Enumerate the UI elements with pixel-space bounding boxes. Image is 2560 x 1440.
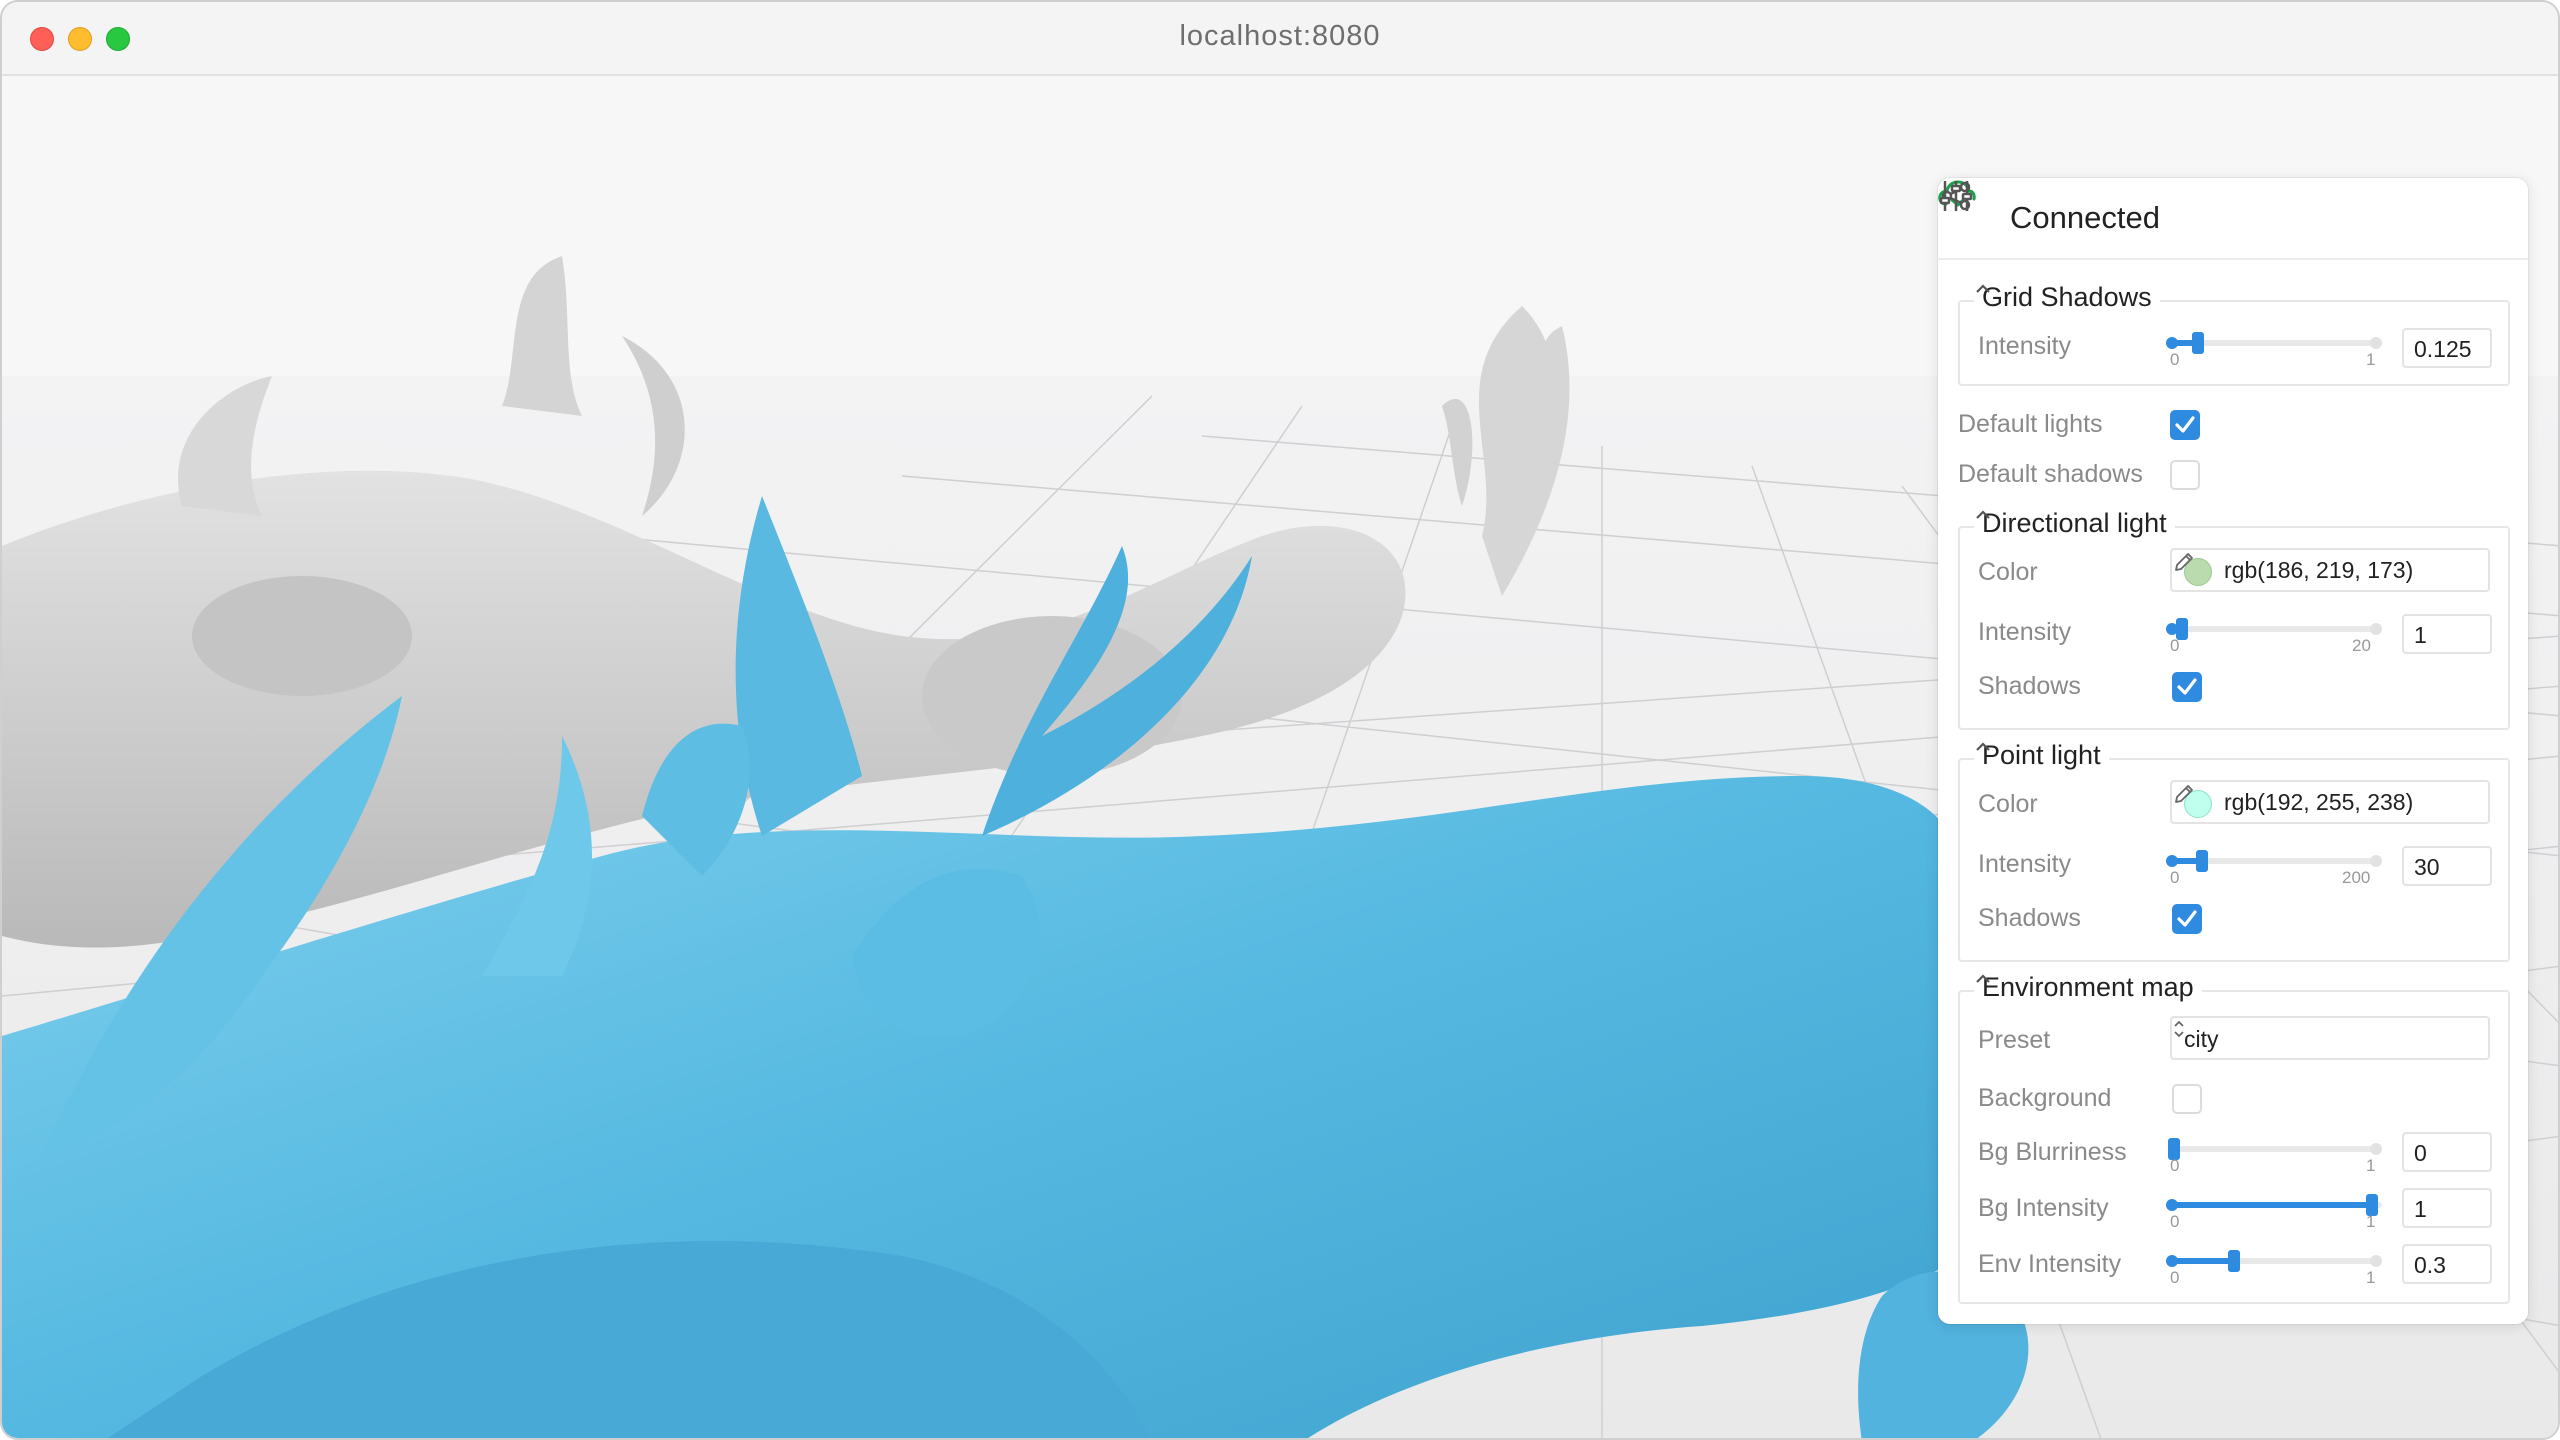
slider-max: 1 — [2366, 350, 2376, 369]
dir-shadows-label: Shadows — [1978, 672, 2081, 700]
dir-intensity-slider[interactable]: 0 20 — [2166, 612, 2382, 655]
environment-map-section: Environment map Preset city Background B… — [1958, 972, 2510, 1304]
default-shadows-label: Default shadows — [1958, 460, 2143, 488]
environment-map-toggle[interactable]: Environment map — [1974, 972, 2202, 1003]
slider-min: 0 — [2170, 868, 2180, 887]
browser-window: localhost:8080 Connected Grid Shadows In… — [0, 0, 2560, 1440]
grid-intensity-label: Intensity — [1978, 332, 2072, 360]
env-intensity-input[interactable]: 0.3 — [2402, 1244, 2492, 1284]
preset-select[interactable]: city — [2170, 1016, 2490, 1060]
grid-intensity-input[interactable]: 0.125 — [2402, 328, 2492, 368]
env-intensity-slider[interactable]: 0 1 — [2166, 1244, 2382, 1287]
bg-blurriness-slider[interactable]: 0 1 — [2168, 1132, 2382, 1175]
slider-min: 0 — [2170, 1156, 2180, 1175]
slider-min: 0 — [2170, 636, 2180, 655]
slider-max: 1 — [2366, 1156, 2376, 1175]
grid-shadows-toggle[interactable]: Grid Shadows — [1974, 282, 2160, 313]
check-icon — [2177, 678, 2197, 695]
point-light-section: Point light Color rgb(192, 255, 238) Int… — [1958, 740, 2510, 962]
section-title-text: Directional light — [1982, 508, 2167, 538]
default-lights-checkbox[interactable] — [2170, 410, 2200, 440]
dir-color-label: Color — [1978, 558, 2038, 586]
slider-handle[interactable] — [2192, 332, 2204, 354]
dir-intensity-input[interactable]: 1 — [2402, 614, 2492, 654]
check-icon — [2175, 416, 2195, 433]
chevron-up-icon — [1976, 974, 1990, 983]
dir-intensity-label: Intensity — [1978, 618, 2072, 646]
point-shadows-label: Shadows — [1978, 904, 2081, 932]
env-intensity-label: Env Intensity — [1978, 1250, 2122, 1278]
point-color-label: Color — [1978, 790, 2038, 818]
controls-panel: Connected Grid Shadows Intensity 0 1 0.1… — [1938, 178, 2528, 1324]
point-light-toggle[interactable]: Point light — [1974, 740, 2109, 771]
slider-max: 1 — [2366, 1268, 2376, 1287]
section-title-text: Point light — [1982, 740, 2101, 770]
connection-status: Connected — [2010, 200, 2160, 235]
grid-shadows-section: Grid Shadows Intensity 0 1 0.125 — [1958, 282, 2510, 386]
dir-color-picker[interactable]: rgb(186, 219, 173) — [2170, 548, 2490, 592]
grid-intensity-slider[interactable]: 0 1 — [2166, 326, 2382, 369]
point-shadows-checkbox[interactable] — [2172, 904, 2202, 934]
chevron-up-icon — [1976, 742, 1990, 751]
point-intensity-input[interactable]: 30 — [2402, 846, 2492, 886]
background-label: Background — [1978, 1084, 2112, 1112]
point-intensity-label: Intensity — [1978, 850, 2072, 878]
color-value: rgb(186, 219, 173) — [2224, 557, 2414, 583]
slider-handle[interactable] — [2228, 1250, 2240, 1272]
slider-max: 1 — [2366, 1212, 2376, 1231]
section-title-text: Grid Shadows — [1982, 282, 2152, 312]
section-title-text: Environment map — [1982, 972, 2194, 1002]
slider-max: 20 — [2352, 636, 2371, 655]
point-color-picker[interactable]: rgb(192, 255, 238) — [2170, 780, 2490, 824]
bg-blurriness-input[interactable]: 0 — [2402, 1132, 2492, 1172]
pencil-icon[interactable] — [2172, 782, 2196, 806]
3d-viewport[interactable]: Connected Grid Shadows Intensity 0 1 0.1… — [2, 76, 2558, 1438]
slider-min: 0 — [2170, 1212, 2180, 1231]
preset-value: city — [2184, 1026, 2219, 1052]
panel-header: Connected — [1938, 178, 2528, 260]
bg-intensity-input[interactable]: 1 — [2402, 1188, 2492, 1228]
select-arrows-icon — [2174, 1020, 2184, 1038]
slider-handle[interactable] — [2196, 850, 2208, 872]
check-icon — [2177, 910, 2197, 927]
preset-label: Preset — [1978, 1026, 2051, 1054]
chevron-up-icon — [1976, 284, 1990, 293]
color-value: rgb(192, 255, 238) — [2224, 789, 2414, 815]
point-intensity-slider[interactable]: 0 200 — [2166, 844, 2382, 887]
dir-shadows-checkbox[interactable] — [2172, 672, 2202, 702]
bg-blurriness-label: Bg Blurriness — [1978, 1138, 2127, 1166]
bg-intensity-label: Bg Intensity — [1978, 1194, 2109, 1222]
bg-intensity-slider[interactable]: 0 1 — [2166, 1188, 2382, 1231]
default-lights-label: Default lights — [1958, 410, 2103, 438]
sliders-settings-icon[interactable] — [1938, 178, 1974, 214]
slider-min: 0 — [2170, 350, 2180, 369]
slider-min: 0 — [2170, 1268, 2180, 1287]
page-url: localhost:8080 — [1179, 20, 1381, 52]
background-checkbox[interactable] — [2172, 1084, 2202, 1114]
chevron-up-icon — [1976, 510, 1990, 519]
directional-light-toggle[interactable]: Directional light — [1974, 508, 2175, 539]
pencil-icon[interactable] — [2172, 550, 2196, 574]
slider-max: 200 — [2342, 868, 2371, 887]
default-shadows-checkbox[interactable] — [2170, 460, 2200, 490]
title-bar: localhost:8080 — [2, 2, 2558, 76]
directional-light-section: Directional light Color rgb(186, 219, 17… — [1958, 508, 2510, 730]
